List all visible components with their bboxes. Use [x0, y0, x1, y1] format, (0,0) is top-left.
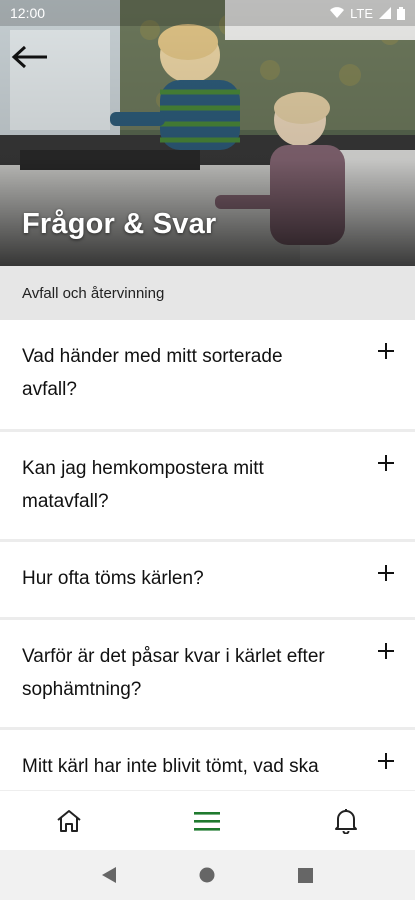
square-recents-icon [298, 867, 314, 883]
circle-home-icon [199, 867, 215, 883]
menu-icon [194, 812, 221, 831]
system-recents-button[interactable] [286, 855, 326, 895]
faq-item[interactable]: Varför är det påsar kvar i kärlet efter … [0, 620, 415, 730]
plus-icon[interactable] [377, 454, 395, 472]
plus-icon[interactable] [377, 752, 395, 770]
status-icons: LTE [330, 6, 405, 21]
bottom-navigation [0, 790, 415, 851]
status-time: 12:00 [10, 5, 46, 21]
plus-icon[interactable] [377, 564, 395, 582]
bell-icon [334, 809, 357, 834]
category-header: Avfall och återvinning [0, 266, 415, 320]
system-back-button[interactable] [89, 855, 129, 895]
faq-question: Kan jag hemkompostera mitt matavfall? [22, 458, 264, 512]
back-button[interactable] [8, 38, 52, 76]
faq-item[interactable]: Hur ofta töms kärlen? [0, 542, 415, 620]
page-title: Frågor & Svar [22, 208, 217, 240]
home-icon [57, 810, 81, 832]
arrow-left-icon [11, 45, 47, 69]
nav-notifications-button[interactable] [316, 796, 376, 846]
faq-question: Hur ofta töms kärlen? [22, 568, 204, 589]
system-home-button[interactable] [187, 855, 227, 895]
nav-menu-button[interactable] [177, 796, 237, 846]
wifi-icon [330, 7, 345, 19]
hero-image: 12:00 LTE Frågor & Svar [0, 0, 415, 266]
faq-item[interactable]: Mitt kärl har inte blivit tömt, vad ska [0, 730, 415, 790]
plus-icon[interactable] [377, 342, 395, 360]
faq-list: Vad händer med mitt sorterade avfall? Ka… [0, 320, 415, 790]
faq-question: Varför är det påsar kvar i kärlet efter … [22, 646, 325, 700]
faq-question: Vad händer med mitt sorterade avfall? [22, 346, 283, 400]
battery-icon [397, 6, 405, 20]
faq-item[interactable]: Kan jag hemkompostera mitt matavfall? [0, 432, 415, 542]
plus-icon[interactable] [377, 642, 395, 660]
status-bar: 12:00 LTE [0, 0, 415, 26]
triangle-back-icon [102, 867, 117, 883]
network-label: LTE [350, 5, 373, 21]
nav-home-button[interactable] [39, 796, 99, 846]
signal-icon [379, 7, 391, 19]
faq-question: Mitt kärl har inte blivit tömt, vad ska [22, 756, 319, 777]
category-label: Avfall och återvinning [22, 284, 165, 302]
faq-item[interactable]: Vad händer med mitt sorterade avfall? [0, 320, 415, 432]
system-navigation [0, 850, 415, 900]
